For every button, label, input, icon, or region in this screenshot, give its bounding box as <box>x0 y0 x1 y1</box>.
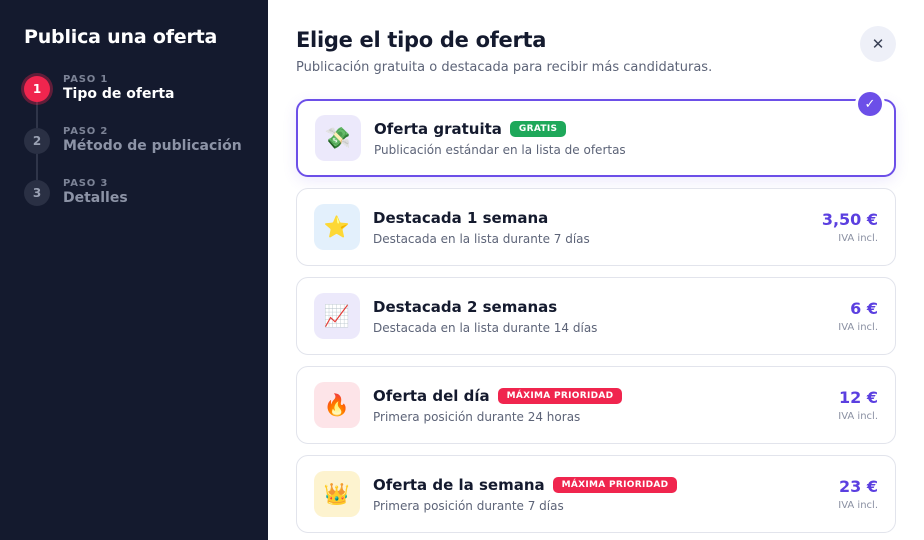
money-wings-icon: 💸 <box>315 115 361 161</box>
offer-title: Oferta del día <box>373 386 490 405</box>
step-kicker: PASO 1 <box>63 74 109 85</box>
main-panel: Elige el tipo de oferta Publicación grat… <box>268 0 924 540</box>
offer-description: Publicación estándar en la lista de ofer… <box>374 142 626 157</box>
close-button[interactable]: ✕ <box>860 26 896 62</box>
offer-title: Destacada 1 semana <box>373 208 549 227</box>
crown-icon: 👑 <box>314 471 360 517</box>
offer-badge: GRATIS <box>509 120 567 137</box>
step-label: Método de publicación <box>63 138 242 154</box>
offer-price: 3,50 € <box>821 210 878 229</box>
offer-option-card[interactable]: 🔥 Oferta del día MÁXIMA PRIORIDAD Primera p… <box>296 366 896 444</box>
step-label: Tipo de oferta <box>63 86 175 102</box>
offer-description: Destacada en la lista durante 7 días <box>373 231 590 246</box>
step-kicker: PASO 3 <box>63 178 109 189</box>
step-label: Detalles <box>63 190 128 206</box>
star-icon: ⭐ <box>314 204 360 250</box>
stepper: 1 PASO 1 Tipo de oferta 2 PASO 2 Método … <box>24 74 244 230</box>
sidebar: Publica una oferta 1 PASO 1 Tipo de ofer… <box>0 0 268 540</box>
close-icon: ✕ <box>871 35 885 53</box>
offer-title: Oferta gratuita <box>374 119 502 138</box>
offer-price-note: IVA incl. <box>838 233 878 244</box>
fire-icon: 🔥 <box>314 382 360 428</box>
offer-price: 23 € <box>839 477 878 496</box>
offer-badge: MÁXIMA PRIORIDAD <box>552 476 678 493</box>
offer-title: Destacada 2 semanas <box>373 297 558 316</box>
step-number: 1 <box>24 76 50 102</box>
offer-price: 12 € <box>839 388 878 407</box>
offer-description: Destacada en la lista durante 14 días <box>373 320 598 335</box>
offer-description: Primera posición durante 24 horas <box>373 409 581 424</box>
offer-option-card[interactable]: 👑 Oferta de la semana MÁXIMA PRIORIDAD Prim… <box>296 455 896 533</box>
sidebar-title: Publica una oferta <box>24 26 218 48</box>
chart-up-icon: 📈 <box>314 293 360 339</box>
step-connector <box>36 102 38 128</box>
step-2[interactable]: 2 PASO 2 Método de publicación <box>24 126 244 180</box>
page-title: Elige el tipo de oferta <box>296 28 547 52</box>
step-kicker: PASO 2 <box>63 126 109 137</box>
step-connector <box>36 154 38 180</box>
step-3[interactable]: 3 PASO 3 Detalles <box>24 178 244 230</box>
offer-price: 6 € <box>850 299 878 318</box>
offer-option-card[interactable]: ⭐ Destacada 1 semana Destacada en la lista… <box>296 188 896 266</box>
step-number: 3 <box>24 180 50 206</box>
step-number: 2 <box>24 128 50 154</box>
offer-price-note: IVA incl. <box>838 322 878 333</box>
page-subtitle: Publicación gratuita o destacada para re… <box>296 60 713 75</box>
offer-option-card[interactable]: 💸 Oferta gratuita GRATIS Publicación estánd… <box>296 92 896 177</box>
offer-options-list: 💸 Oferta gratuita GRATIS Publicación estánd… <box>296 92 896 533</box>
offer-price-note: IVA incl. <box>838 500 878 511</box>
offer-description: Primera posición durante 7 días <box>373 498 564 513</box>
offer-title: Oferta de la semana <box>373 475 545 494</box>
offer-badge: MÁXIMA PRIORIDAD <box>497 387 623 404</box>
check-icon: ✓ <box>858 92 882 116</box>
offer-price-note: IVA incl. <box>838 411 878 422</box>
offer-option-card[interactable]: 📈 Destacada 2 semanas Destacada en la list… <box>296 277 896 355</box>
step-1[interactable]: 1 PASO 1 Tipo de oferta <box>24 74 244 128</box>
